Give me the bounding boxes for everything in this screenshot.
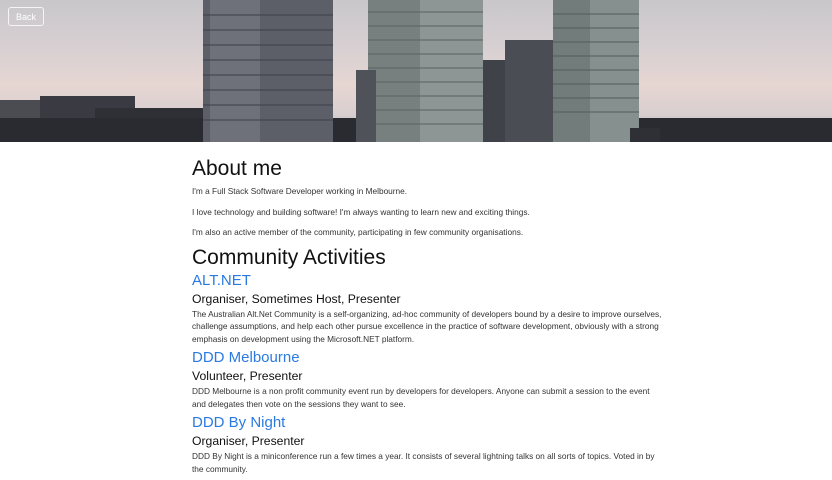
role-heading: Volunteer, Presenter: [192, 369, 303, 383]
about-paragraph: I'm also an active member of the communi…: [192, 227, 524, 237]
community-item: DDD Melbourne Volunteer, Presenter DDD M…: [192, 348, 662, 410]
city-skyline-image: [0, 0, 832, 142]
community-description: DDD By Night is a miniconference run a f…: [192, 451, 655, 474]
community-description: DDD Melbourne is a non profit community …: [192, 386, 650, 409]
role-heading: Organiser, Presenter: [192, 434, 305, 448]
community-heading: Community Activities: [192, 245, 386, 269]
ddd-melbourne-link[interactable]: DDD Melbourne: [192, 348, 662, 368]
role-heading: Organiser, Sometimes Host, Presenter: [192, 291, 401, 306]
community-description: The Australian Alt.Net Community is a se…: [192, 308, 662, 344]
main-content: About me I'm a Full Stack Software Devel…: [192, 156, 662, 478]
ddd-by-night-link[interactable]: DDD By Night: [192, 413, 662, 433]
back-button[interactable]: Back: [8, 7, 45, 26]
altnet-link[interactable]: ALT.NET: [192, 271, 662, 291]
about-paragraph: I love technology and building software!…: [192, 206, 530, 217]
community-item: DDD By Night Organiser, Presenter DDD By…: [192, 413, 662, 475]
about-paragraph: I'm a Full Stack Software Developer work…: [192, 186, 408, 196]
about-heading: About me: [192, 157, 282, 180]
hero-banner: Back: [0, 0, 832, 142]
community-item: ALT.NET Organiser, Sometimes Host, Prese…: [192, 271, 662, 346]
